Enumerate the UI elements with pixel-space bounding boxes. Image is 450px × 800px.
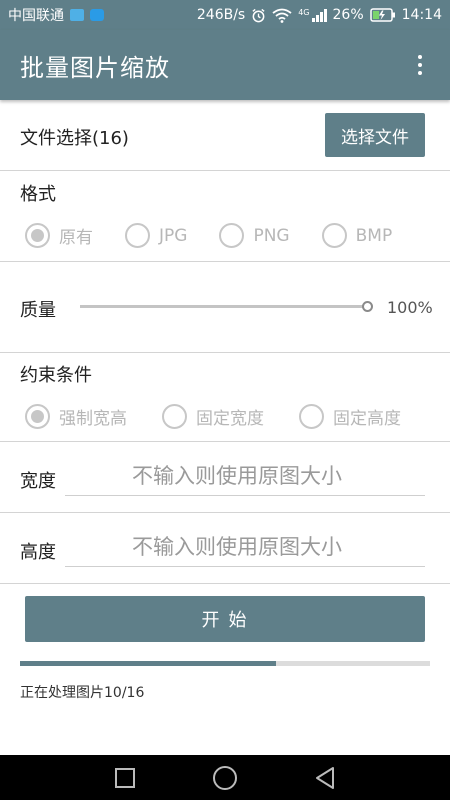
quality-value: 100% [387, 298, 433, 317]
constraint-label: 约束条件 [20, 365, 92, 386]
quality-slider-thumb[interactable] [362, 301, 373, 312]
format-option-bmp[interactable]: BMP [321, 223, 393, 248]
radio-unchecked-icon [219, 223, 245, 248]
divider [0, 170, 450, 171]
gallery-notification-icon [70, 9, 84, 21]
width-label: 宽度 [20, 471, 56, 492]
divider [0, 441, 450, 442]
radio-checked-icon [25, 223, 50, 248]
height-label: 高度 [20, 542, 56, 563]
constraint-option-label: 固定高度 [333, 409, 401, 429]
back-triangle-icon[interactable] [310, 763, 340, 793]
radio-unchecked-icon [299, 404, 324, 429]
constraint-radio-group: 强制宽高 固定宽度 固定高度 [25, 404, 433, 429]
radio-checked-icon [25, 404, 50, 429]
start-button[interactable]: 开 始 [25, 596, 425, 642]
network-speed-text: 246B/s [196, 7, 246, 23]
home-circle-icon[interactable] [210, 763, 240, 793]
message-notification-icon [90, 9, 104, 21]
constraint-option-label: 固定宽度 [196, 409, 264, 429]
signal-type-label: 4G [298, 7, 310, 17]
file-select-label: 文件选择(16) [20, 128, 129, 149]
constraint-option-label: 强制宽高 [59, 409, 127, 429]
recents-square-icon[interactable] [110, 763, 140, 793]
format-option-label: PNG [253, 225, 290, 246]
radio-unchecked-icon [125, 223, 150, 248]
constraint-option-fixed-width[interactable]: 固定宽度 [162, 404, 264, 429]
quality-slider-track[interactable] [80, 305, 370, 308]
constraint-option-fixed-height[interactable]: 固定高度 [299, 404, 401, 429]
constraint-option-force[interactable]: 强制宽高 [25, 404, 127, 429]
height-field-wrap [65, 527, 425, 567]
battery-percent-text: 26% [332, 7, 364, 23]
quality-label: 质量 [20, 300, 56, 321]
divider [0, 583, 450, 584]
divider [0, 352, 450, 353]
format-option-original[interactable]: 原有 [25, 223, 93, 248]
height-input[interactable] [65, 527, 425, 566]
more-vert-icon[interactable] [410, 50, 430, 80]
format-label: 格式 [20, 184, 56, 205]
width-field-wrap [65, 456, 425, 496]
format-option-label: BMP [355, 225, 393, 246]
divider [0, 261, 450, 262]
system-nav-bar [0, 755, 450, 800]
width-input[interactable] [65, 456, 425, 495]
format-option-label: JPG [159, 225, 188, 246]
format-option-png[interactable]: PNG [219, 223, 290, 248]
progress-status-text: 正在处理图片10/16 [20, 685, 145, 701]
wifi-icon [272, 8, 292, 23]
format-radio-group: 原有 JPG PNG BMP [25, 223, 424, 248]
progress-bar [20, 661, 430, 666]
clock-text: 14:14 [401, 7, 442, 23]
select-file-button[interactable]: 选择文件 [325, 113, 425, 157]
page-title: 批量图片缩放 [20, 53, 170, 82]
status-bar: 中国联通 246B/s 4G 26% 14:14 [0, 0, 450, 30]
format-option-jpg[interactable]: JPG [125, 223, 187, 248]
carrier-text: 中国联通 [8, 8, 64, 24]
divider [0, 512, 450, 513]
format-option-label: 原有 [59, 228, 93, 248]
cell-signal-icon: 4G [298, 7, 327, 22]
app-bar: 批量图片缩放 [0, 30, 450, 100]
radio-unchecked-icon [321, 223, 347, 248]
radio-unchecked-icon [162, 404, 187, 429]
battery-charging-icon [369, 8, 395, 22]
alarm-icon [252, 8, 265, 22]
progress-fill [20, 661, 277, 666]
